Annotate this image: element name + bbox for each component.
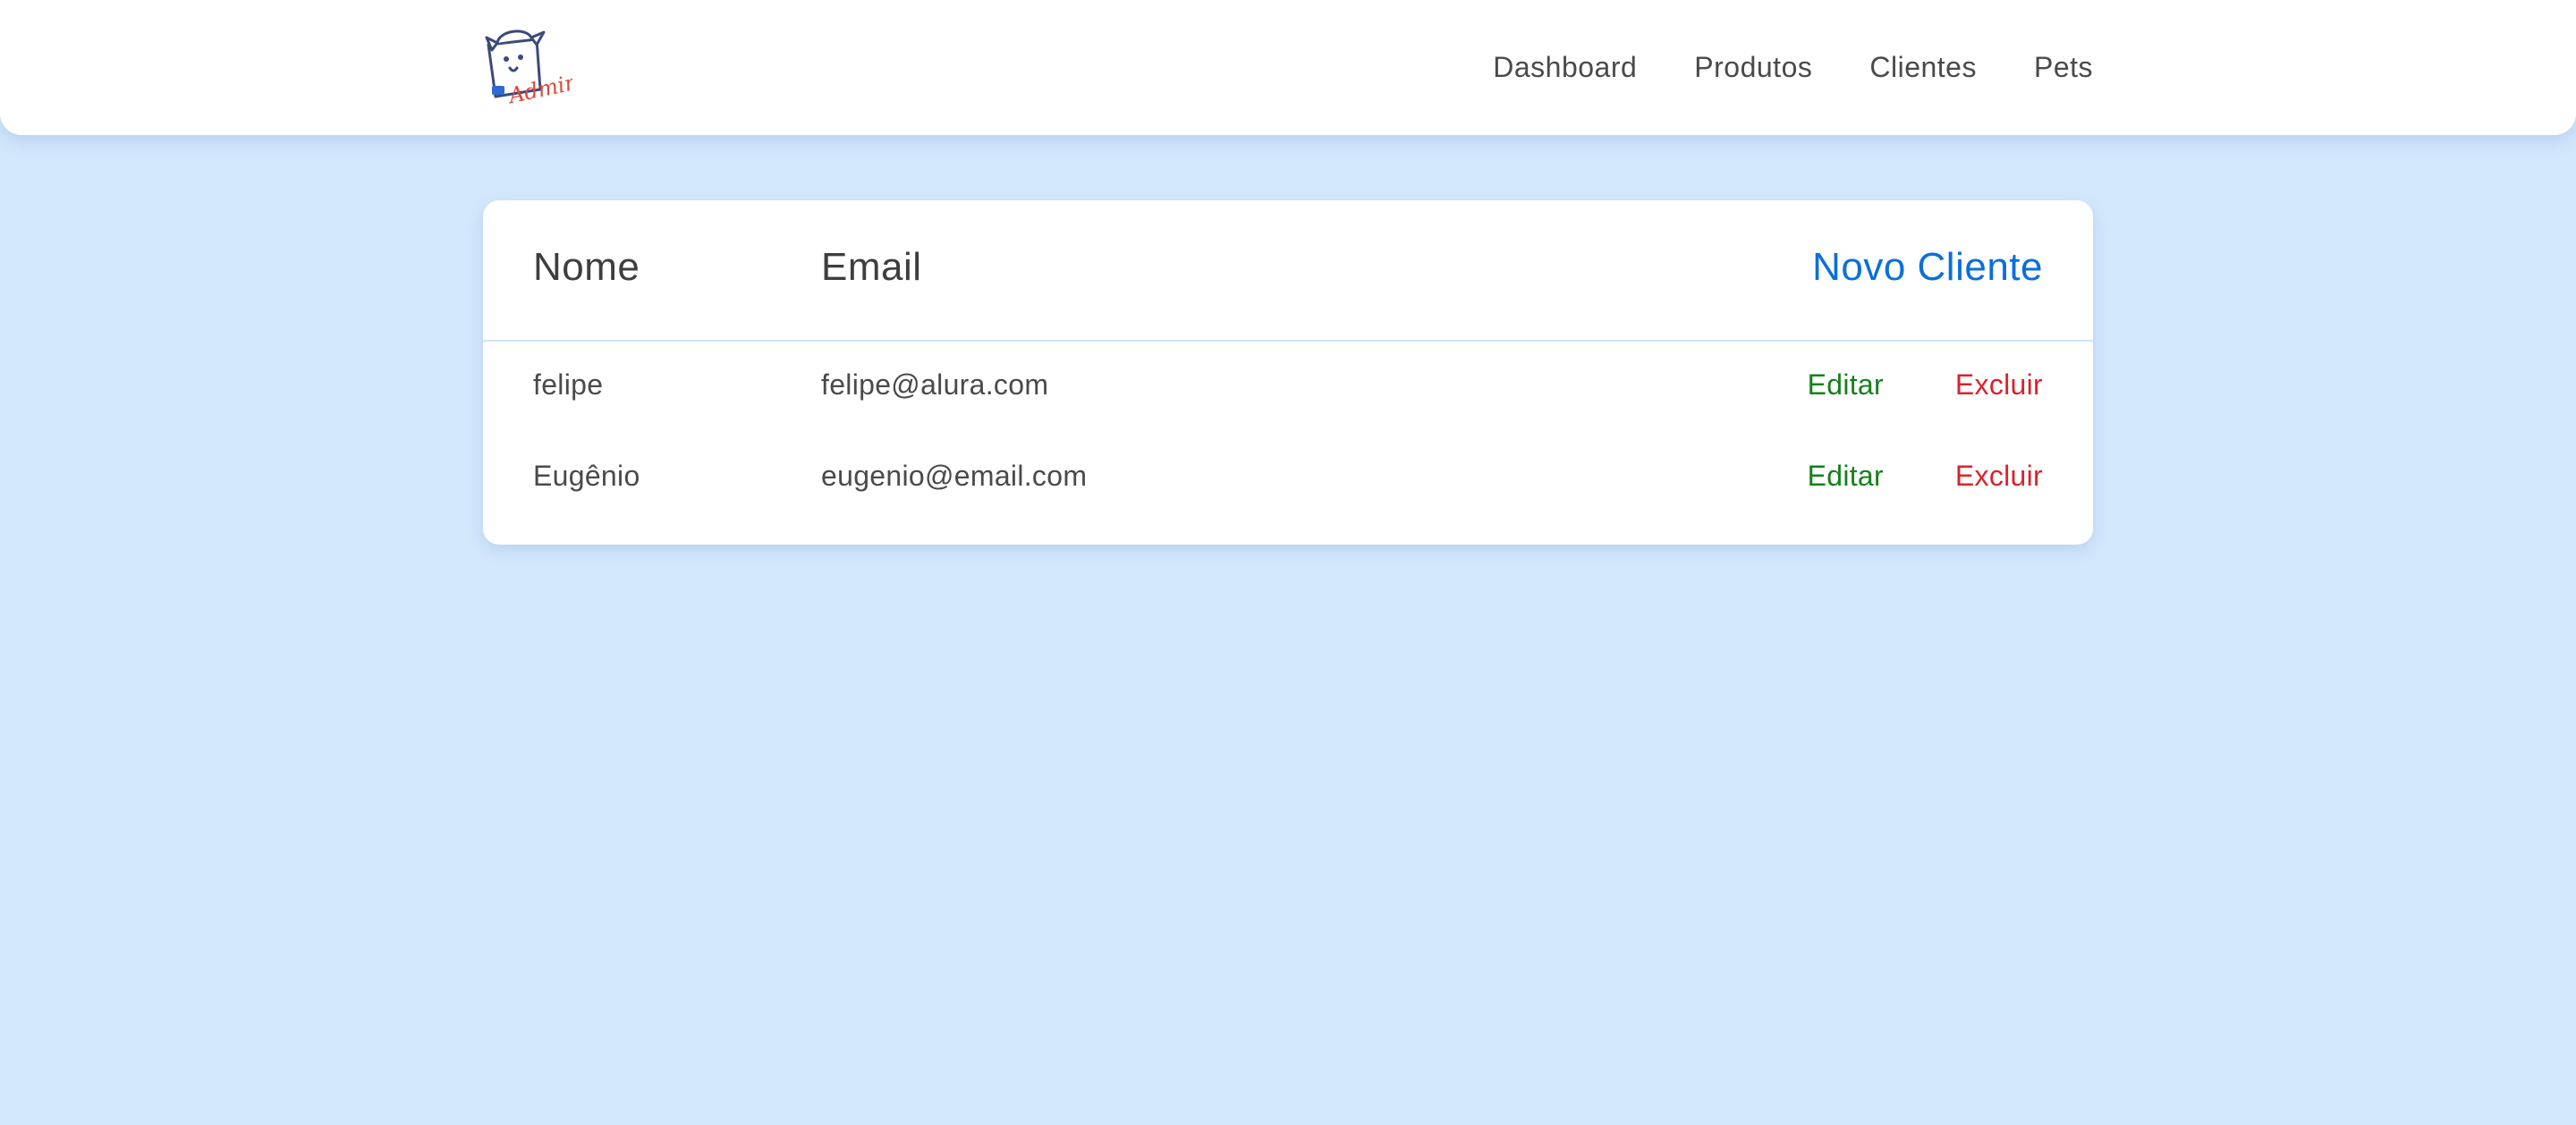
client-email: eugenio@email.com [821,460,1088,492]
main-nav: Dashboard Produtos Clientes Pets [1493,0,2093,135]
client-name: felipe [533,368,604,401]
column-header-email: Email [821,245,922,289]
column-header-name: Nome [533,245,640,289]
delete-button[interactable]: Excluir [1955,460,2043,493]
client-email: felipe@alura.com [821,368,1049,401]
edit-button[interactable]: Editar [1808,368,1884,402]
clients-table-card: Nome Email Novo Cliente felipe felipe@al… [483,200,2093,545]
delete-button[interactable]: Excluir [1955,368,2043,402]
nav-item-clientes[interactable]: Clientes [1869,51,1977,84]
edit-button[interactable]: Editar [1808,460,1884,493]
nav-item-dashboard[interactable]: Dashboard [1493,51,1637,84]
table-header: Nome Email Novo Cliente [483,200,2093,342]
table-row: felipe felipe@alura.com Editar Excluir [483,342,2093,431]
nav-item-pets[interactable]: Pets [2034,51,2093,84]
new-client-button[interactable]: Novo Cliente [1812,245,2043,290]
client-name: Eugênio [533,460,640,492]
dog-logo-icon[interactable]: Admin [479,25,580,109]
nav-item-produtos[interactable]: Produtos [1694,51,1812,84]
top-header: Admin Dashboard Produtos Clientes Pets [0,0,2576,135]
table-row: Eugênio eugenio@email.com Editar Excluir [483,433,2093,522]
